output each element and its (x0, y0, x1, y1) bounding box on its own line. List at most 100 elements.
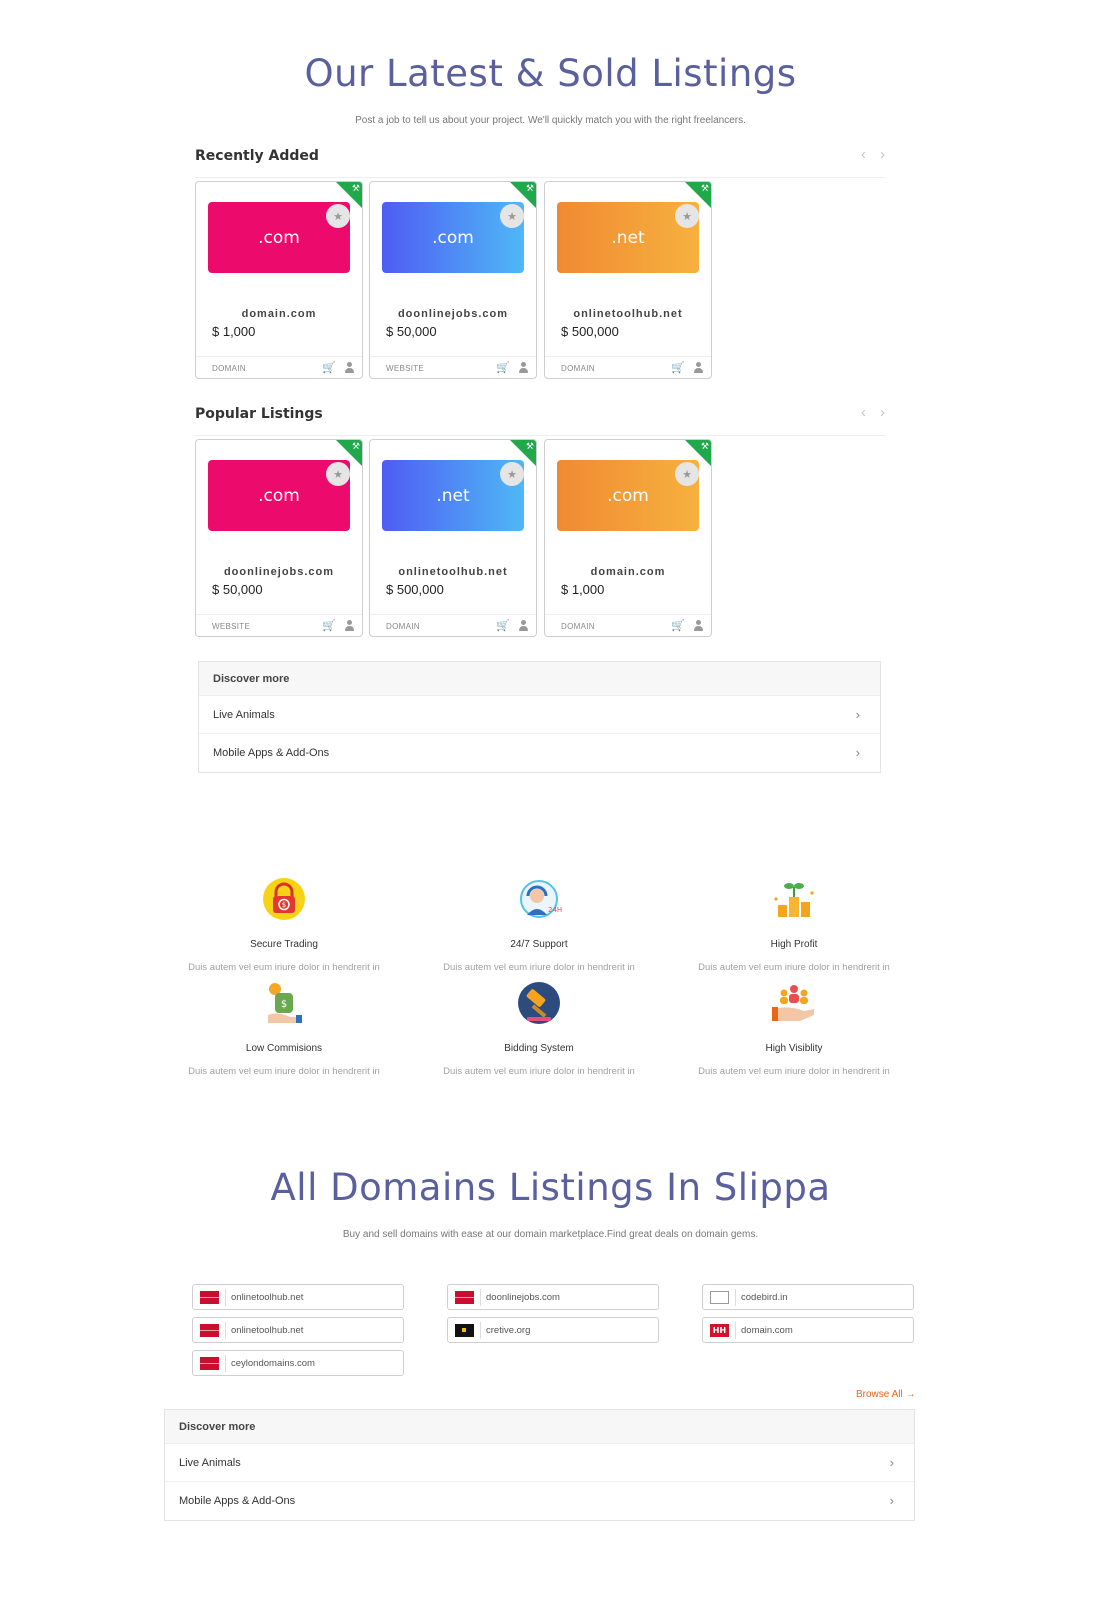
listing-price: $ 1,000 (561, 582, 605, 597)
all-domains-title: All Domains Listings In Slippa (270, 1166, 831, 1209)
domain-pill[interactable]: onlinetoolhub.net (192, 1317, 404, 1343)
star-icon[interactable]: ★ (326, 462, 350, 486)
cart-icon[interactable]: 🛒 (671, 619, 685, 632)
gavel-icon: ⚒ (700, 183, 709, 193)
chevron-right-icon: › (889, 1455, 894, 1470)
star-icon[interactable]: ★ (326, 204, 350, 228)
listing-extension: .net (611, 227, 645, 248)
discover-more-title: Discover more (199, 662, 880, 696)
user-icon[interactable] (518, 620, 528, 632)
user-icon[interactable] (693, 362, 703, 374)
cart-icon[interactable]: 🛒 (671, 361, 685, 374)
domain-name: ceylondomains.com (231, 1358, 315, 1369)
discover-item-mobile-apps[interactable]: Mobile Apps & Add-Ons › (199, 734, 880, 772)
popular-section-header: Popular Listings ‹ › (195, 404, 885, 436)
domain-pill[interactable]: codebird.in (702, 1284, 914, 1310)
domain-name: cretive.org (486, 1325, 531, 1336)
feature-description: Duis autem vel eum iriure dolor in hendr… (188, 962, 380, 973)
cart-icon[interactable]: 🛒 (496, 361, 510, 374)
gavel-icon: ⚒ (351, 183, 360, 193)
recent-section-header: Recently Added ‹ › (195, 146, 885, 178)
discover-item-live-animals[interactable]: Live Animals › (165, 1444, 914, 1482)
listing-card[interactable]: ⚒ .net ★ onlinetoolhub.net $ 500,000 DOMAIN 🛒 (369, 439, 537, 637)
feature-title: Low Commisions (245, 1043, 323, 1054)
feature-description: Duis autem vel eum iriure dolor in hendr… (443, 962, 635, 973)
flag-icon (200, 1357, 219, 1370)
cart-icon[interactable]: 🛒 (322, 361, 336, 374)
chevron-right-icon: › (855, 707, 860, 722)
discover-more-panel: Discover more Live Animals › Mobile Apps… (198, 661, 881, 773)
gavel-icon: ⚒ (351, 441, 360, 451)
listing-domain[interactable]: doonlinejobs.com (196, 566, 362, 578)
user-icon[interactable] (518, 362, 528, 374)
feature-title: Bidding System (504, 1043, 574, 1054)
listing-type: WEBSITE (212, 622, 251, 631)
people-hand-icon (770, 979, 818, 1027)
feature-title: High Profit (770, 939, 818, 950)
listing-price: $ 50,000 (212, 582, 263, 597)
pill-divider (225, 1322, 226, 1339)
page-subtitle: Post a job to tell us about your project… (355, 115, 746, 126)
browse-all-link[interactable]: Browse All → (856, 1389, 915, 1400)
listing-price: $ 50,000 (386, 324, 437, 339)
chevron-right-icon: › (889, 1493, 894, 1508)
user-icon[interactable] (693, 620, 703, 632)
svg-text:24H: 24H (548, 906, 562, 914)
listing-footer: DOMAIN 🛒 (545, 356, 711, 378)
listing-card[interactable]: ⚒ .com ★ doonlinejobs.com $ 50,000 WEBSITE 🛒 (369, 181, 537, 379)
discover-item-mobile-apps[interactable]: Mobile Apps & Add-Ons › (165, 1482, 914, 1520)
feature-description: Duis autem vel eum iriure dolor in hendr… (443, 1066, 635, 1077)
user-icon[interactable] (344, 362, 354, 374)
star-icon[interactable]: ★ (675, 204, 699, 228)
feature-title: High Visiblity (765, 1043, 823, 1054)
domain-name: onlinetoolhub.net (231, 1292, 304, 1303)
listing-card[interactable]: ⚒ .com ★ domain.com $ 1,000 DOMAIN 🛒 (195, 181, 363, 379)
cart-icon[interactable]: 🛒 (496, 619, 510, 632)
listing-domain[interactable]: onlinetoolhub.net (370, 566, 536, 578)
listing-type: DOMAIN (386, 622, 420, 631)
domain-pill[interactable]: HH domain.com (702, 1317, 914, 1343)
domain-name: domain.com (741, 1325, 793, 1336)
listing-card[interactable]: ⚒ .com ★ domain.com $ 1,000 DOMAIN 🛒 (544, 439, 712, 637)
listing-type: DOMAIN (561, 364, 595, 373)
star-icon[interactable]: ★ (500, 462, 524, 486)
flag-icon: HH (710, 1324, 729, 1337)
listing-card[interactable]: ⚒ .net ★ onlinetoolhub.net $ 500,000 DOMAIN 🛒 (544, 181, 712, 379)
listing-footer: DOMAIN 🛒 (370, 614, 536, 636)
cart-icon[interactable]: 🛒 (322, 619, 336, 632)
flag-icon (455, 1324, 474, 1337)
svg-text:$: $ (282, 901, 286, 909)
user-icon[interactable] (344, 620, 354, 632)
listing-domain[interactable]: doonlinejobs.com (370, 308, 536, 320)
listing-domain[interactable]: domain.com (545, 566, 711, 578)
domain-pill[interactable]: cretive.org (447, 1317, 659, 1343)
listing-card[interactable]: ⚒ .com ★ doonlinejobs.com $ 50,000 WEBSITE 🛒 (195, 439, 363, 637)
flag-icon (710, 1291, 729, 1304)
discover-item-label: Live Animals (213, 709, 275, 721)
chevron-left-icon[interactable]: ‹ (861, 404, 866, 421)
support-agent-icon: 24H (515, 875, 563, 923)
domain-pill[interactable]: onlinetoolhub.net (192, 1284, 404, 1310)
feature-title: Secure Trading (250, 939, 318, 950)
pill-divider (480, 1322, 481, 1339)
discover-item-live-animals[interactable]: Live Animals › (199, 696, 880, 734)
listing-footer: WEBSITE 🛒 (196, 614, 362, 636)
domain-name: doonlinejobs.com (486, 1292, 560, 1303)
feature-description: Duis autem vel eum iriure dolor in hendr… (698, 1066, 890, 1077)
listing-price: $ 1,000 (212, 324, 256, 339)
chevron-right-icon[interactable]: › (880, 146, 885, 163)
listing-domain[interactable]: onlinetoolhub.net (545, 308, 711, 320)
listing-type: WEBSITE (386, 364, 425, 373)
star-icon[interactable]: ★ (675, 462, 699, 486)
gavel-icon: ⚒ (525, 441, 534, 451)
domain-pill[interactable]: ceylondomains.com (192, 1350, 404, 1376)
listing-domain[interactable]: domain.com (196, 308, 362, 320)
feature-item: $ Low Commisions Duis autem vel eum iriure… (169, 979, 399, 1077)
domain-name: onlinetoolhub.net (231, 1325, 304, 1336)
chevron-left-icon[interactable]: ‹ (861, 146, 866, 163)
chevron-right-icon[interactable]: › (880, 404, 885, 421)
flag-icon (455, 1291, 474, 1304)
feature-item: High Profit Duis autem vel eum iriure dol… (679, 875, 909, 973)
star-icon[interactable]: ★ (500, 204, 524, 228)
domain-pill[interactable]: doonlinejobs.com (447, 1284, 659, 1310)
